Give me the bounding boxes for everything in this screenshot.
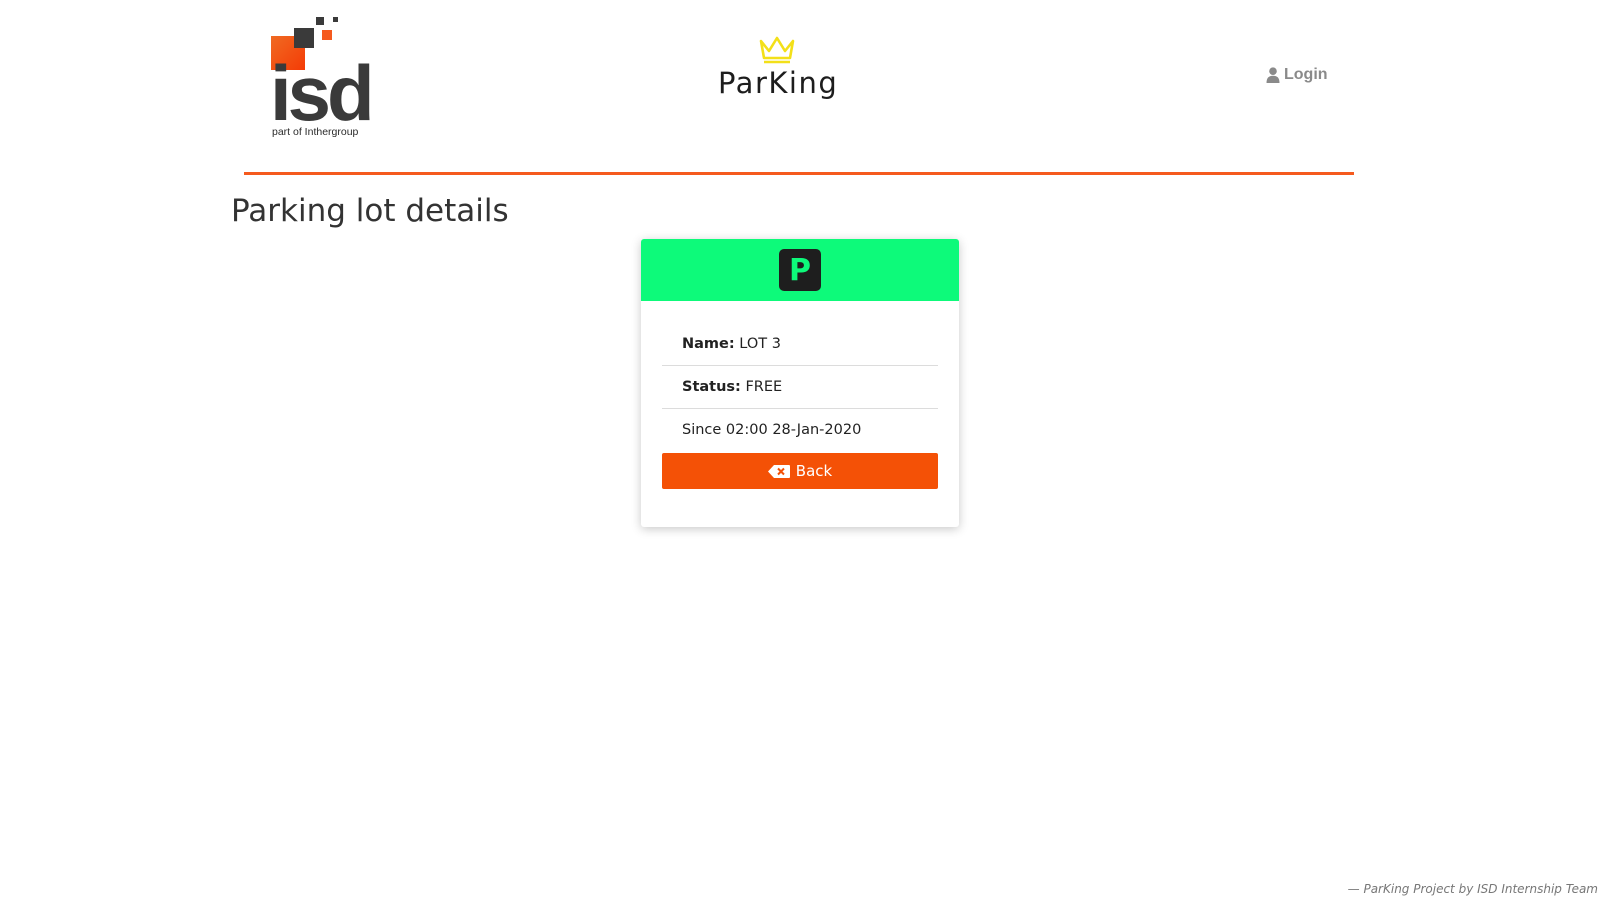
- logo-square-dark-small: [316, 17, 324, 25]
- lot-status-value: FREE: [745, 379, 783, 395]
- card-header-status: P: [641, 239, 959, 301]
- isd-logo-text: isd: [270, 49, 375, 137]
- page: isd part of Inthergroup ParKing Login Pa…: [0, 0, 1600, 900]
- lot-name-label: Name:: [682, 336, 735, 352]
- back-button-label: Back: [795, 462, 833, 480]
- logo-square-dark-tiny: [333, 17, 338, 22]
- back-button[interactable]: Back: [662, 453, 938, 489]
- logo-square-small-orange: [322, 30, 332, 40]
- lot-status-row: Status: FREE: [662, 366, 938, 409]
- page-title: Parking lot details: [231, 193, 509, 229]
- parking-brand-logo[interactable]: ParKing: [718, 34, 858, 110]
- lot-name-row: Name: LOT 3: [662, 323, 938, 366]
- isd-logo[interactable]: isd part of Inthergroup: [270, 14, 382, 142]
- lot-status-label: Status:: [682, 379, 741, 395]
- backspace-icon: [767, 464, 790, 478]
- isd-logo-subtitle: part of Inthergroup: [272, 126, 359, 138]
- login-label: Login: [1284, 66, 1328, 83]
- footer-credit: — ParKing Project by ISD Internship Team: [1347, 882, 1598, 896]
- lot-name-value: LOT 3: [739, 336, 781, 352]
- lot-since-text: Since 02:00 28-Jan-2020: [682, 422, 862, 438]
- brand-name: ParKing: [718, 66, 839, 100]
- login-link[interactable]: Login: [1266, 66, 1328, 84]
- parking-lot-card: P Name: LOT 3 Status: FREE Since 02:00 2…: [641, 239, 959, 527]
- crown-icon: [759, 36, 795, 64]
- logo-square-dark: [294, 28, 314, 48]
- header-divider: [244, 172, 1354, 175]
- card-body: Name: LOT 3 Status: FREE Since 02:00 28-…: [641, 301, 959, 489]
- parking-p-icon: P: [779, 249, 821, 291]
- lot-since-row: Since 02:00 28-Jan-2020: [662, 409, 938, 451]
- user-icon: [1266, 67, 1280, 83]
